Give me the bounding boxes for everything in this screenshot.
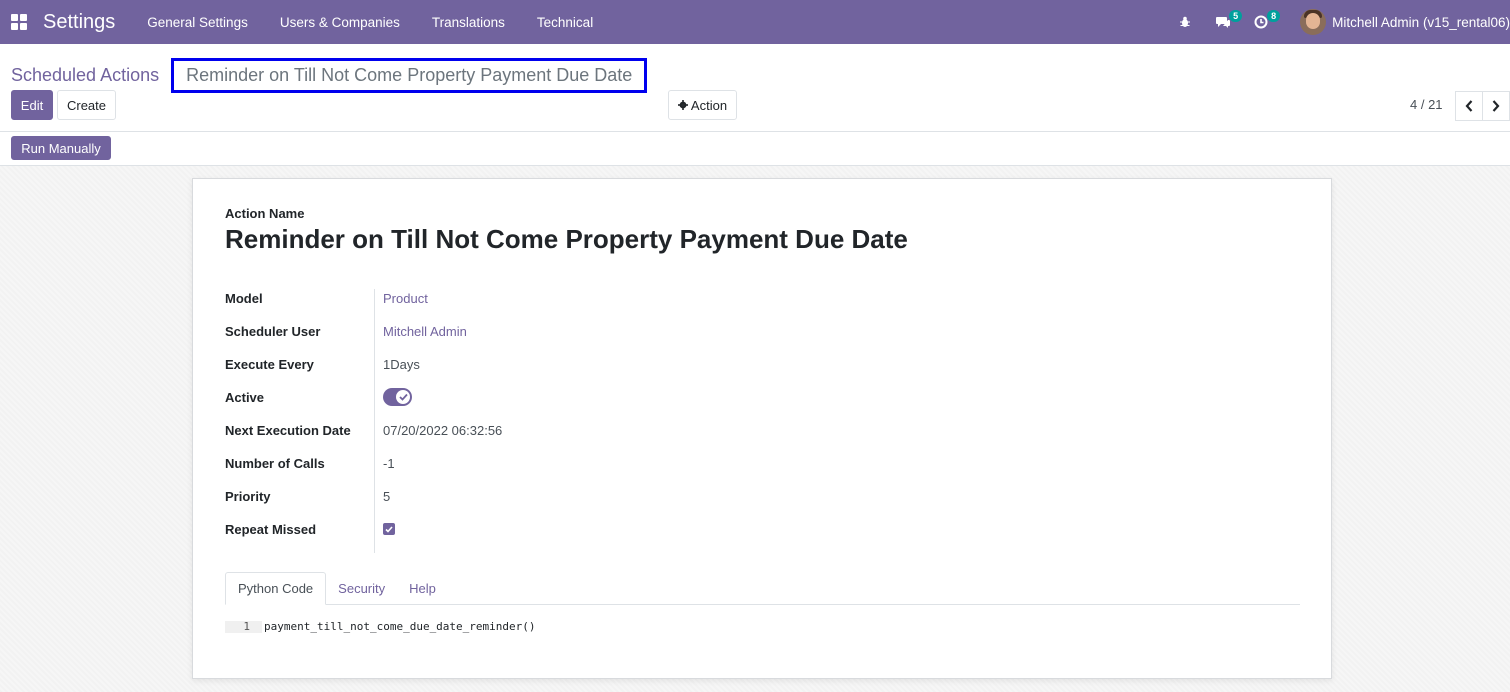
menu-users-companies[interactable]: Users & Companies <box>264 15 416 30</box>
repeat-missed-wrap <box>383 523 395 535</box>
pager-value[interactable]: 4 / 21 <box>1410 97 1443 112</box>
debug-bug-icon[interactable] <box>1172 0 1198 44</box>
pager-next-button[interactable] <box>1482 91 1510 121</box>
number-of-calls-value: -1 <box>383 455 395 471</box>
field-model: Model Product <box>225 288 825 308</box>
tab-help[interactable]: Help <box>397 572 448 605</box>
check-icon <box>385 525 393 533</box>
action-name-label: Action Name <box>225 206 305 221</box>
active-toggle[interactable] <box>383 388 412 406</box>
breadcrumb-scheduled-actions[interactable]: Scheduled Actions <box>11 65 159 86</box>
navbar-systray: 5 8 Mitchell Admin (v15_rental06) <box>1166 0 1510 44</box>
code-line: payment_till_not_come_due_date_reminder(… <box>264 620 536 633</box>
tab-python-code[interactable]: Python Code <box>225 572 327 605</box>
app-title[interactable]: Settings <box>43 11 115 34</box>
top-navbar: Settings General Settings Users & Compan… <box>0 0 1510 44</box>
pager-previous-button[interactable] <box>1455 91 1483 121</box>
field-next-execution-date: Next Execution Date 07/20/2022 06:32:56 <box>225 420 825 440</box>
action-menu-button[interactable]: Action <box>668 90 737 120</box>
notebook-tabs: Python Code Security Help <box>225 572 1300 605</box>
active-toggle-wrap <box>383 388 412 406</box>
breadcrumb-current-record: Reminder on Till Not Come Property Payme… <box>171 58 648 93</box>
chevron-left-icon <box>1465 100 1473 112</box>
form-sheet: Action Name Reminder on Till Not Come Pr… <box>192 178 1332 679</box>
apps-menu-icon[interactable] <box>11 14 27 30</box>
field-label: Next Execution Date <box>225 422 351 438</box>
field-execute-every: Execute Every 1Days <box>225 354 825 374</box>
check-icon <box>396 390 410 404</box>
menu-translations[interactable]: Translations <box>416 15 521 30</box>
chat-count-badge: 5 <box>1229 10 1243 22</box>
field-label: Active <box>225 389 265 405</box>
activity-count-badge: 8 <box>1267 10 1281 22</box>
tab-security[interactable]: Security <box>326 572 397 605</box>
action-label: Action <box>690 97 728 113</box>
field-number-of-calls: Number of Calls -1 <box>225 453 825 473</box>
field-priority: Priority 5 <box>225 486 825 506</box>
line-number: 1 <box>225 621 262 633</box>
menu-technical[interactable]: Technical <box>521 15 609 30</box>
activity-clock-icon[interactable]: 8 <box>1248 0 1281 44</box>
field-label: Model <box>225 290 263 306</box>
avatar <box>1300 9 1327 35</box>
priority-value: 5 <box>383 488 391 504</box>
menu-general-settings[interactable]: General Settings <box>131 15 264 30</box>
chevron-right-icon <box>1492 100 1500 112</box>
gear-icon <box>677 100 688 110</box>
edit-button[interactable]: Edit <box>11 90 53 120</box>
chat-messages-icon[interactable]: 5 <box>1210 0 1243 44</box>
code-editor[interactable]: 1 payment_till_not_come_due_date_reminde… <box>225 621 536 633</box>
field-label: Execute Every <box>225 356 314 372</box>
run-manually-button[interactable]: Run Manually <box>11 136 111 160</box>
user-menu[interactable]: Mitchell Admin (v15_rental06) <box>1300 9 1510 35</box>
execute-every-value: 1Days <box>383 356 420 372</box>
scheduler-user-link[interactable]: Mitchell Admin <box>383 324 467 339</box>
field-label: Priority <box>225 488 271 504</box>
divider <box>0 131 1510 132</box>
create-button[interactable]: Create <box>57 90 116 120</box>
model-link[interactable]: Product <box>383 291 428 306</box>
field-label: Number of Calls <box>225 455 325 471</box>
field-label: Scheduler User <box>225 323 321 339</box>
action-name-value: Reminder on Till Not Come Property Payme… <box>225 224 908 254</box>
next-execution-date-value: 07/20/2022 06:32:56 <box>383 422 503 438</box>
field-scheduler-user: Scheduler User Mitchell Admin <box>225 321 825 341</box>
user-name: Mitchell Admin (v15_rental06) <box>1332 14 1510 30</box>
repeat-missed-checkbox[interactable] <box>383 523 395 535</box>
field-repeat-missed: Repeat Missed <box>225 519 825 539</box>
breadcrumb: Scheduled Actions Reminder on Till Not C… <box>11 58 648 93</box>
field-label: Repeat Missed <box>225 521 317 537</box>
field-active: Active <box>225 387 825 407</box>
